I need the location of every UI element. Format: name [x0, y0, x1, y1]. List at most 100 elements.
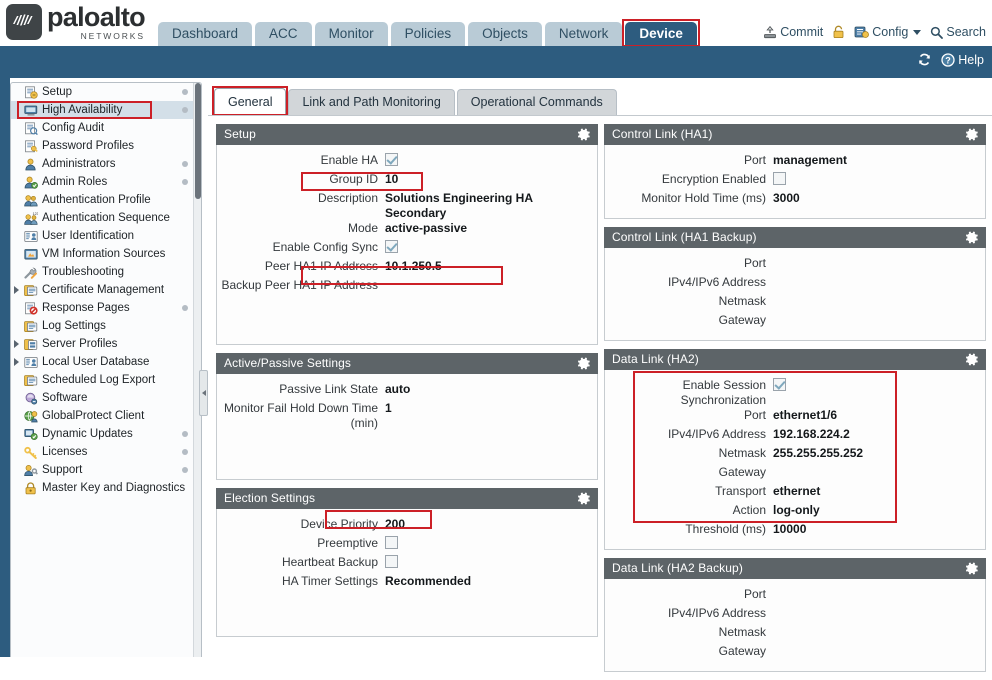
sidebar-item-label: Log Settings	[42, 320, 106, 332]
sidebar-item-globalprotect-client[interactable]: GlobalProtect Client	[11, 407, 201, 425]
sidebar-item-vm-information-sources[interactable]: VM Information Sources	[11, 245, 201, 263]
sidebar-item-status-dot	[182, 305, 188, 311]
lock-button[interactable]	[832, 25, 845, 39]
expander-triangle-icon[interactable]	[14, 286, 19, 294]
sidebar-item-software[interactable]: Software	[11, 389, 201, 407]
sidebar-item-log-settings[interactable]: Log Settings	[11, 317, 201, 335]
checkbox[interactable]	[385, 555, 398, 568]
troubleshooting-icon	[23, 265, 38, 279]
sidebar-item-admin-roles[interactable]: Admin Roles	[11, 173, 201, 191]
subtab-general[interactable]: General	[212, 86, 289, 116]
panel-control-ha1-backup-header: Control Link (HA1 Backup)	[604, 227, 986, 248]
sidebar-item-config-audit[interactable]: Config Audit	[11, 119, 201, 137]
expander-triangle-icon[interactable]	[14, 358, 19, 366]
gear-icon[interactable]	[576, 491, 591, 506]
ha-subtabs[interactable]: General Link and Path Monitoring Operation…	[212, 86, 619, 116]
gear-icon[interactable]	[964, 230, 979, 245]
gear-icon[interactable]	[576, 356, 591, 371]
sidebar-item-response-pages[interactable]: Response Pages	[11, 299, 201, 317]
nav-tab-label: Objects	[482, 26, 528, 41]
sidebar-item-authentication-profile[interactable]: Authentication Profile	[11, 191, 201, 209]
subtab-link-and-path-monitoring[interactable]: Link and Path Monitoring	[288, 89, 455, 115]
sidebar-item-troubleshooting[interactable]: Troubleshooting	[11, 263, 201, 281]
sidebar-item-status-dot	[182, 179, 188, 185]
sidebar-item-master-key-and-diagnostics[interactable]: Master Key and Diagnostics	[11, 479, 201, 497]
main-content: General Link and Path Monitoring Operation…	[208, 82, 992, 672]
config-dropdown[interactable]: Config	[854, 25, 922, 39]
field-row: IPv4/IPv6 Address	[605, 275, 985, 294]
sidebar-collapse-handle[interactable]	[199, 370, 208, 416]
authentication-sequence-icon: 123	[23, 211, 38, 225]
sidebar-tree[interactable]: Setup High Availability Config Audit Passwo…	[11, 83, 201, 497]
help-label: Help	[958, 52, 984, 67]
sidebar-item-high-availability[interactable]: High Availability	[11, 101, 201, 119]
field-value[interactable]	[385, 153, 597, 168]
main-navigation-tabs[interactable]: Dashboard ACC Monitor Policies Objects Networ…	[158, 19, 700, 47]
panel-control-ha1-body: Port management Encryption Enabled Monitor …	[604, 145, 986, 219]
svg-text:123: 123	[32, 212, 37, 216]
header-toolbar[interactable]: Commit Config Search	[763, 25, 986, 39]
sidebar-item-password-profiles[interactable]: Password Profiles	[11, 137, 201, 155]
field-label: IPv4/IPv6 Address	[667, 427, 766, 441]
certificate-management-icon	[23, 283, 38, 297]
sidebar-item-authentication-sequence[interactable]: 123 Authentication Sequence	[11, 209, 201, 227]
sidebar-item-label: Troubleshooting	[42, 266, 125, 278]
sidebar-item-scheduled-log-export[interactable]: Scheduled Log Export	[11, 371, 201, 389]
sidebar-item-certificate-management[interactable]: Certificate Management	[11, 281, 201, 299]
subtab-label: Operational Commands	[470, 95, 603, 109]
commit-button[interactable]: Commit	[763, 25, 823, 39]
sidebar-item-server-profiles[interactable]: Server Profiles	[11, 335, 201, 353]
nav-tab-objects[interactable]: Objects	[468, 22, 542, 46]
checkbox[interactable]	[773, 172, 786, 185]
log-settings-icon	[23, 319, 38, 333]
sidebar-item-support[interactable]: Support	[11, 461, 201, 479]
device-navigation-sidebar[interactable]: Setup High Availability Config Audit Passwo…	[10, 82, 202, 657]
nav-tab-policies[interactable]: Policies	[390, 22, 466, 46]
nav-tab-label: Network	[558, 26, 609, 41]
field-row: Group ID 10	[217, 172, 597, 191]
expander-triangle-icon[interactable]	[14, 340, 19, 348]
field-value[interactable]	[773, 378, 985, 393]
field-row: Passive Link State auto	[217, 382, 597, 401]
gear-icon[interactable]	[576, 127, 591, 142]
nav-tab-network[interactable]: Network	[544, 22, 623, 46]
field-value[interactable]	[385, 555, 597, 570]
nav-tab-acc[interactable]: ACC	[255, 22, 312, 46]
help-button[interactable]: ? Help	[941, 53, 984, 67]
checkbox[interactable]	[385, 240, 398, 253]
field-value: ethernet	[773, 484, 821, 498]
nav-tab-dashboard[interactable]: Dashboard	[158, 22, 253, 46]
gear-icon[interactable]	[964, 127, 979, 142]
band-toolbar[interactable]: ? Help	[917, 52, 984, 67]
search-button[interactable]: Search	[930, 25, 986, 39]
gear-icon[interactable]	[964, 352, 979, 367]
sidebar-item-user-identification[interactable]: User Identification	[11, 227, 201, 245]
checkbox[interactable]	[773, 378, 786, 391]
authentication-profile-icon	[23, 193, 38, 207]
refresh-button[interactable]	[917, 52, 932, 67]
subtab-operational-commands[interactable]: Operational Commands	[456, 89, 617, 115]
field-label: Preemptive	[317, 536, 378, 550]
sidebar-item-local-user-database[interactable]: Local User Database	[11, 353, 201, 371]
field-value[interactable]	[385, 240, 597, 255]
gear-icon[interactable]	[964, 561, 979, 576]
field-value[interactable]	[385, 536, 597, 551]
chevron-left-icon	[201, 390, 206, 396]
globalprotect-client-icon	[23, 409, 38, 423]
sidebar-item-administrators[interactable]: Administrators	[11, 155, 201, 173]
field-row: Device Priority 200	[217, 517, 597, 536]
field-row: Enable HA	[217, 153, 597, 172]
sidebar-item-dynamic-updates[interactable]: Dynamic Updates	[11, 425, 201, 443]
checkbox[interactable]	[385, 153, 398, 166]
nav-tab-label: Monitor	[328, 26, 374, 41]
checkbox[interactable]	[385, 536, 398, 549]
sidebar-scrollbar-thumb[interactable]	[195, 83, 201, 199]
field-label: Group ID	[329, 172, 378, 186]
sidebar-item-licenses[interactable]: Licenses	[11, 443, 201, 461]
config-icon	[854, 26, 870, 38]
help-icon: ?	[941, 52, 955, 67]
nav-tab-device[interactable]: Device	[622, 19, 700, 47]
sidebar-item-setup[interactable]: Setup	[11, 83, 201, 101]
nav-tab-monitor[interactable]: Monitor	[314, 22, 388, 46]
field-value[interactable]	[773, 172, 985, 187]
